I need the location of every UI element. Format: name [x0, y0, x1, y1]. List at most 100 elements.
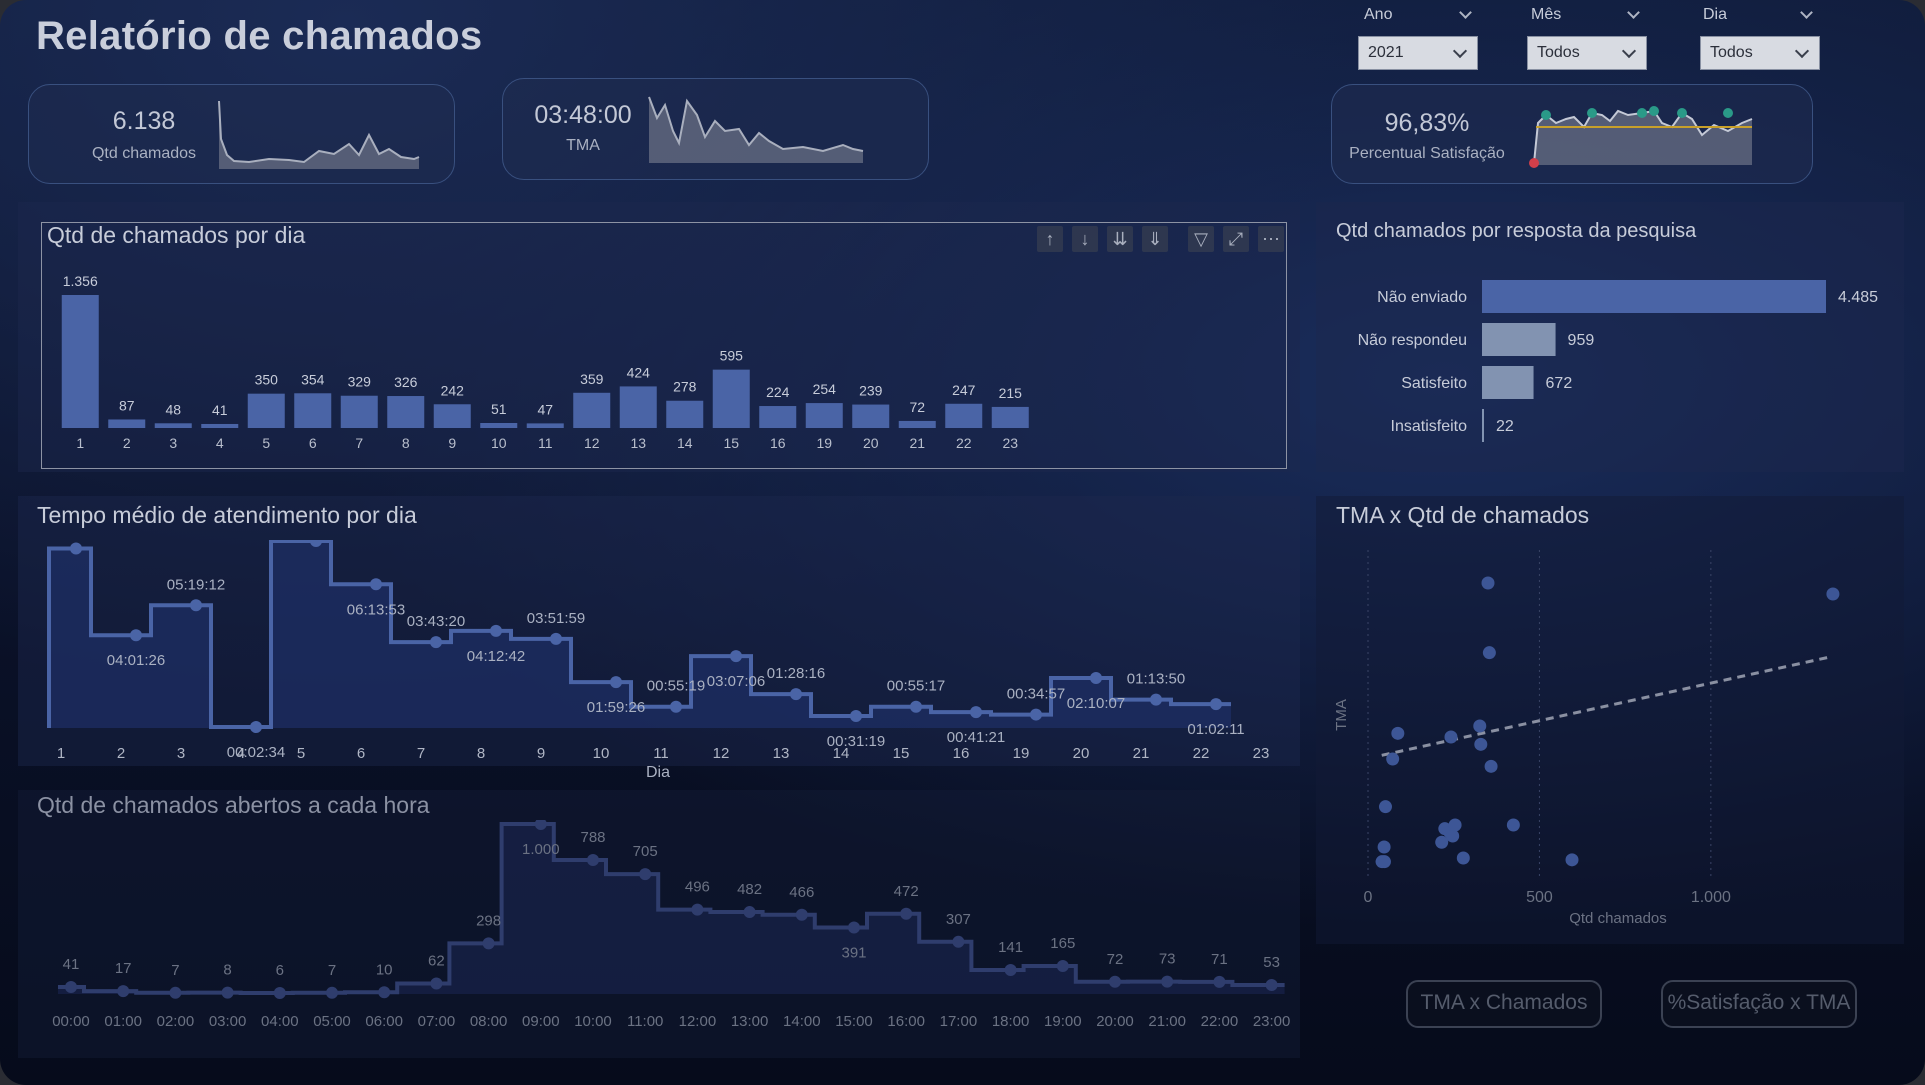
x-tick-label: 21	[909, 435, 925, 451]
x-tick-label: 20	[863, 435, 879, 451]
filter-icon[interactable]: ▽	[1188, 226, 1214, 252]
filter-dia-dropdown[interactable]: Todos	[1700, 36, 1820, 70]
x-tick-label: 1	[76, 435, 84, 451]
filter-ano-value: 2021	[1368, 44, 1404, 61]
x-tick-label: 11	[653, 745, 669, 762]
data-point	[1161, 975, 1174, 988]
data-point	[326, 986, 338, 999]
scatter-point	[1481, 576, 1495, 590]
point-data-label: 00:55:19	[647, 678, 705, 695]
x-tick-label: 21	[1133, 745, 1150, 762]
data-point	[250, 721, 262, 734]
bar	[480, 422, 518, 428]
double-arrow-down-icon[interactable]: ⇊	[1107, 226, 1133, 252]
x-tick-label: 1	[57, 745, 65, 762]
bar-data-label: 595	[720, 348, 744, 364]
chart-pesquisa[interactable]: Não enviado 4.485 Não respondeu 959 Satisfei…	[1316, 270, 1904, 460]
y-category-label: Satisfeito	[1401, 375, 1467, 392]
x-tick-label: 5	[297, 745, 305, 762]
scatter-point	[1444, 730, 1458, 744]
x-tick-label: 15	[893, 745, 910, 762]
x-tick-label: 18:00	[992, 1013, 1030, 1030]
bar	[945, 403, 983, 428]
point-data-label: 73	[1159, 951, 1176, 968]
bar-data-label: 215	[999, 385, 1023, 401]
data-point	[190, 599, 202, 612]
bar-data-label: 672	[1546, 375, 1573, 392]
x-tick-label: 11	[538, 435, 553, 451]
chart-por-hora[interactable]: 41 17 7 8 6 7 10 62 298 1.000 788 705 496 482 466 391 47…	[18, 820, 1300, 1060]
x-tick-label: 14	[833, 745, 850, 762]
page-title: Relatório de chamados	[36, 14, 483, 58]
data-point	[65, 981, 77, 994]
chart-tma-por-dia[interactable]: 07:47:0104:01:2605:19:1200:02:3408:06:29…	[18, 540, 1300, 790]
x-tick-label: 2	[117, 745, 125, 762]
x-tick-label: 19	[816, 435, 832, 451]
bar-data-label: 22	[1496, 418, 1514, 435]
data-point	[1150, 693, 1162, 706]
point-data-label: 04:01:26	[107, 652, 165, 669]
scatter-point	[1448, 818, 1462, 832]
point-data-label: 10	[376, 961, 393, 978]
filter-ano-dropdown[interactable]: 2021	[1358, 36, 1478, 70]
expand-hierarchy-icon[interactable]: ⇓	[1142, 226, 1168, 252]
chart-chamados-por-dia[interactable]: 1.35618724834143505354632973268242951104…	[41, 260, 1285, 460]
filter-mes-value: Todos	[1537, 44, 1580, 61]
bar	[991, 406, 1029, 428]
data-point	[70, 542, 82, 555]
kpi-tma-sparkline	[648, 96, 864, 163]
data-point	[430, 636, 442, 649]
filter-mes-dropdown[interactable]: Todos	[1527, 36, 1647, 70]
point-data-label: 307	[946, 911, 971, 928]
x-tick-label: 02:00	[157, 1013, 195, 1030]
satisfacao-tma-button[interactable]: %Satisfação x TMA	[1661, 980, 1857, 1028]
x-tick-label: 4	[216, 435, 224, 451]
kpi-tma-value: 03:48:00	[534, 101, 632, 129]
kpi-satisfacao-label: Percentual Satisfação	[1349, 145, 1505, 162]
focus-mode-icon[interactable]: ⤢	[1223, 226, 1249, 252]
data-point	[482, 937, 495, 950]
x-tick-label: 14	[677, 435, 693, 451]
chart-scatter[interactable]: 0 500 1.000 Qtd chamados TMA	[1316, 540, 1904, 940]
scatter-point	[1482, 646, 1496, 660]
point-data-label: 03:43:20	[407, 613, 465, 630]
more-options-icon[interactable]: ⋯	[1258, 226, 1284, 252]
bar	[898, 420, 936, 428]
bar	[433, 404, 471, 428]
chevron-down-icon[interactable]	[1800, 6, 1813, 19]
x-tick-label: 15:00	[835, 1013, 873, 1030]
data-point	[1265, 978, 1278, 991]
point-data-label: 05:19:12	[167, 576, 225, 593]
arrow-down-icon[interactable]: ↓	[1072, 226, 1098, 252]
bar	[759, 406, 797, 428]
scatter-point	[1377, 855, 1391, 869]
chevron-down-icon[interactable]	[1627, 6, 1640, 19]
kpi-card-chamados[interactable]: 6.138 Qtd chamados	[28, 84, 455, 184]
x-axis-title: Qtd chamados	[1569, 910, 1667, 927]
kpi-card-tma[interactable]: 03:48:00 TMA	[502, 78, 929, 180]
x-tick-label: 12:00	[679, 1013, 717, 1030]
bar	[805, 403, 843, 428]
x-tick-label: 22	[1193, 745, 1210, 762]
x-tick-label: 500	[1526, 889, 1553, 906]
arrow-up-icon[interactable]: ↑	[1037, 226, 1063, 252]
x-tick-label: 22:00	[1201, 1013, 1239, 1030]
bar	[294, 393, 332, 428]
scatter-point	[1826, 587, 1840, 601]
x-tick-label: 7	[417, 745, 425, 762]
tma-chamados-button[interactable]: TMA x Chamados	[1406, 980, 1602, 1028]
x-tick-label: 2	[123, 435, 131, 451]
scatter-point	[1506, 818, 1520, 832]
data-point	[790, 688, 802, 701]
bar-data-label: 354	[301, 371, 325, 387]
chart-title-pesquisa: Qtd chamados por resposta da pesquisa	[1336, 220, 1697, 242]
scatter-point	[1484, 759, 1498, 773]
x-tick-label: 0	[1364, 889, 1373, 906]
bar	[526, 423, 564, 428]
chevron-down-icon[interactable]	[1459, 6, 1472, 19]
kpi-card-satisfacao[interactable]: 96,83% Percentual Satisfação	[1331, 84, 1813, 184]
kpi-tma-label: TMA	[566, 137, 600, 154]
chart-title-tma-dia: Tempo médio de atendimento por dia	[37, 502, 417, 528]
y-category-label: Não respondeu	[1358, 332, 1467, 349]
point-data-label: 41	[63, 956, 80, 973]
